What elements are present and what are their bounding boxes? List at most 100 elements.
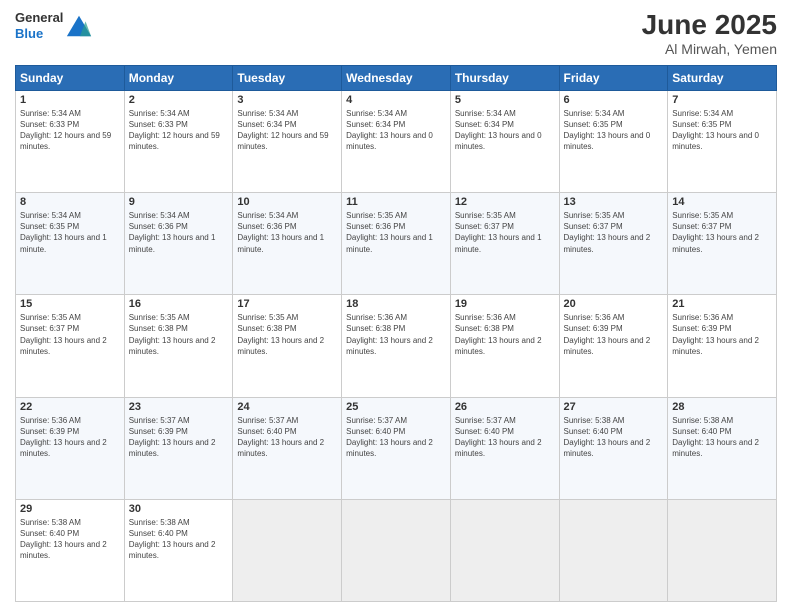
day-info: Sunrise: 5:34 AM Sunset: 6:35 PM Dayligh… xyxy=(672,108,772,153)
day-number: 24 xyxy=(237,401,337,413)
day-number: 2 xyxy=(129,94,229,106)
day-info: Sunrise: 5:34 AM Sunset: 6:34 PM Dayligh… xyxy=(237,108,337,153)
day-info: Sunrise: 5:34 AM Sunset: 6:35 PM Dayligh… xyxy=(20,210,120,255)
day-info: Sunrise: 5:34 AM Sunset: 6:33 PM Dayligh… xyxy=(20,108,120,153)
day-number: 23 xyxy=(129,401,229,413)
calendar-week-row: 29 Sunrise: 5:38 AM Sunset: 6:40 PM Dayli… xyxy=(16,499,777,601)
day-info: Sunrise: 5:37 AM Sunset: 6:40 PM Dayligh… xyxy=(237,415,337,460)
table-row xyxy=(668,499,777,601)
table-row xyxy=(233,499,342,601)
table-row: 17Sunrise: 5:35 AM Sunset: 6:38 PM Dayli… xyxy=(233,295,342,397)
logo-text: General Blue xyxy=(15,10,63,41)
day-info: Sunrise: 5:36 AM Sunset: 6:39 PM Dayligh… xyxy=(20,415,120,460)
logo: General Blue xyxy=(15,10,93,41)
table-row: 23 Sunrise: 5:37 AM Sunset: 6:39 PM Dayli… xyxy=(124,397,233,499)
day-info: Sunrise: 5:37 AM Sunset: 6:40 PM Dayligh… xyxy=(455,415,555,460)
table-row: 20 Sunrise: 5:36 AM Sunset: 6:39 PM Dayli… xyxy=(559,295,668,397)
table-row: 1 Sunrise: 5:34 AM Sunset: 6:33 PM Daylig… xyxy=(16,90,125,192)
day-number: 26 xyxy=(455,401,555,413)
day-info: Sunrise: 5:36 AM Sunset: 6:38 PM Dayligh… xyxy=(455,312,555,357)
col-sunday: Sunday xyxy=(16,65,125,90)
calendar-week-row: 22 Sunrise: 5:36 AM Sunset: 6:39 PM Dayli… xyxy=(16,397,777,499)
table-row: 5 Sunrise: 5:34 AM Sunset: 6:34 PM Daylig… xyxy=(450,90,559,192)
table-row: 9 Sunrise: 5:34 AM Sunset: 6:36 PM Daylig… xyxy=(124,193,233,295)
col-wednesday: Wednesday xyxy=(342,65,451,90)
day-info: Sunrise: 5:34 AM Sunset: 6:35 PM Dayligh… xyxy=(564,108,664,153)
table-row: 16Sunrise: 5:35 AM Sunset: 6:38 PM Dayli… xyxy=(124,295,233,397)
table-row: 29 Sunrise: 5:38 AM Sunset: 6:40 PM Dayli… xyxy=(16,499,125,601)
day-number: 28 xyxy=(672,401,772,413)
day-info: Sunrise: 5:34 AM Sunset: 6:33 PM Dayligh… xyxy=(129,108,229,153)
day-info: Sunrise: 5:35 AM Sunset: 6:37 PM Dayligh… xyxy=(20,312,120,357)
day-info: Sunrise: 5:34 AM Sunset: 6:36 PM Dayligh… xyxy=(129,210,229,255)
col-thursday: Thursday xyxy=(450,65,559,90)
day-info: Sunrise: 5:34 AM Sunset: 6:34 PM Dayligh… xyxy=(455,108,555,153)
calendar-body: 1 Sunrise: 5:34 AM Sunset: 6:33 PM Daylig… xyxy=(16,90,777,601)
day-number: 4 xyxy=(346,94,446,106)
day-number: 11 xyxy=(346,196,446,208)
table-row: 18 Sunrise: 5:36 AM Sunset: 6:38 PM Dayli… xyxy=(342,295,451,397)
col-saturday: Saturday xyxy=(668,65,777,90)
table-row xyxy=(450,499,559,601)
day-info: Sunrise: 5:35 AM Sunset: 6:36 PM Dayligh… xyxy=(346,210,446,255)
day-number: 6 xyxy=(564,94,664,106)
day-info: Sunrise: 5:35 AM Sunset: 6:38 PM Dayligh… xyxy=(237,312,337,357)
calendar-week-row: 8Sunrise: 5:34 AM Sunset: 6:35 PM Daylig… xyxy=(16,193,777,295)
table-row: 26 Sunrise: 5:37 AM Sunset: 6:40 PM Dayli… xyxy=(450,397,559,499)
day-number: 21 xyxy=(672,298,772,310)
day-info: Sunrise: 5:35 AM Sunset: 6:37 PM Dayligh… xyxy=(672,210,772,255)
day-number: 19 xyxy=(455,298,555,310)
day-info: Sunrise: 5:34 AM Sunset: 6:34 PM Dayligh… xyxy=(346,108,446,153)
table-row xyxy=(559,499,668,601)
table-row: 6 Sunrise: 5:34 AM Sunset: 6:35 PM Daylig… xyxy=(559,90,668,192)
day-info: Sunrise: 5:38 AM Sunset: 6:40 PM Dayligh… xyxy=(564,415,664,460)
table-row: 11 Sunrise: 5:35 AM Sunset: 6:36 PM Dayli… xyxy=(342,193,451,295)
table-row: 19 Sunrise: 5:36 AM Sunset: 6:38 PM Dayli… xyxy=(450,295,559,397)
day-info: Sunrise: 5:34 AM Sunset: 6:36 PM Dayligh… xyxy=(237,210,337,255)
col-friday: Friday xyxy=(559,65,668,90)
day-number: 18 xyxy=(346,298,446,310)
table-row: 25 Sunrise: 5:37 AM Sunset: 6:40 PM Dayli… xyxy=(342,397,451,499)
day-info: Sunrise: 5:35 AM Sunset: 6:38 PM Dayligh… xyxy=(129,312,229,357)
table-row: 3Sunrise: 5:34 AM Sunset: 6:34 PM Daylig… xyxy=(233,90,342,192)
day-number: 5 xyxy=(455,94,555,106)
logo-blue: Blue xyxy=(15,26,63,42)
day-info: Sunrise: 5:36 AM Sunset: 6:38 PM Dayligh… xyxy=(346,312,446,357)
day-info: Sunrise: 5:36 AM Sunset: 6:39 PM Dayligh… xyxy=(564,312,664,357)
day-number: 22 xyxy=(20,401,120,413)
table-row: 28 Sunrise: 5:38 AM Sunset: 6:40 PM Dayli… xyxy=(668,397,777,499)
day-number: 9 xyxy=(129,196,229,208)
table-row: 8Sunrise: 5:34 AM Sunset: 6:35 PM Daylig… xyxy=(16,193,125,295)
calendar-header-row: Sunday Monday Tuesday Wednesday Thursday… xyxy=(16,65,777,90)
day-info: Sunrise: 5:38 AM Sunset: 6:40 PM Dayligh… xyxy=(672,415,772,460)
calendar-week-row: 15 Sunrise: 5:35 AM Sunset: 6:37 PM Dayli… xyxy=(16,295,777,397)
day-info: Sunrise: 5:37 AM Sunset: 6:40 PM Dayligh… xyxy=(346,415,446,460)
calendar-table: Sunday Monday Tuesday Wednesday Thursday… xyxy=(15,65,777,602)
day-info: Sunrise: 5:36 AM Sunset: 6:39 PM Dayligh… xyxy=(672,312,772,357)
calendar-subtitle: Al Mirwah, Yemen xyxy=(642,41,777,57)
day-number: 7 xyxy=(672,94,772,106)
table-row: 13Sunrise: 5:35 AM Sunset: 6:37 PM Dayli… xyxy=(559,193,668,295)
day-info: Sunrise: 5:37 AM Sunset: 6:39 PM Dayligh… xyxy=(129,415,229,460)
day-number: 13 xyxy=(564,196,664,208)
page: General Blue June 2025 Al Mirwah, Yemen … xyxy=(0,0,792,612)
day-number: 1 xyxy=(20,94,120,106)
table-row: 22 Sunrise: 5:36 AM Sunset: 6:39 PM Dayli… xyxy=(16,397,125,499)
day-number: 25 xyxy=(346,401,446,413)
day-number: 27 xyxy=(564,401,664,413)
table-row: 4 Sunrise: 5:34 AM Sunset: 6:34 PM Daylig… xyxy=(342,90,451,192)
table-row: 14Sunrise: 5:35 AM Sunset: 6:37 PM Dayli… xyxy=(668,193,777,295)
day-number: 15 xyxy=(20,298,120,310)
table-row: 30Sunrise: 5:38 AM Sunset: 6:40 PM Dayli… xyxy=(124,499,233,601)
day-info: Sunrise: 5:38 AM Sunset: 6:40 PM Dayligh… xyxy=(20,517,120,562)
table-row xyxy=(342,499,451,601)
day-number: 20 xyxy=(564,298,664,310)
calendar-title: June 2025 xyxy=(642,10,777,41)
day-number: 29 xyxy=(20,503,120,515)
table-row: 7 Sunrise: 5:34 AM Sunset: 6:35 PM Daylig… xyxy=(668,90,777,192)
table-row: 10Sunrise: 5:34 AM Sunset: 6:36 PM Dayli… xyxy=(233,193,342,295)
table-row: 15 Sunrise: 5:35 AM Sunset: 6:37 PM Dayli… xyxy=(16,295,125,397)
calendar-week-row: 1 Sunrise: 5:34 AM Sunset: 6:33 PM Daylig… xyxy=(16,90,777,192)
logo-general: General xyxy=(15,10,63,26)
col-tuesday: Tuesday xyxy=(233,65,342,90)
